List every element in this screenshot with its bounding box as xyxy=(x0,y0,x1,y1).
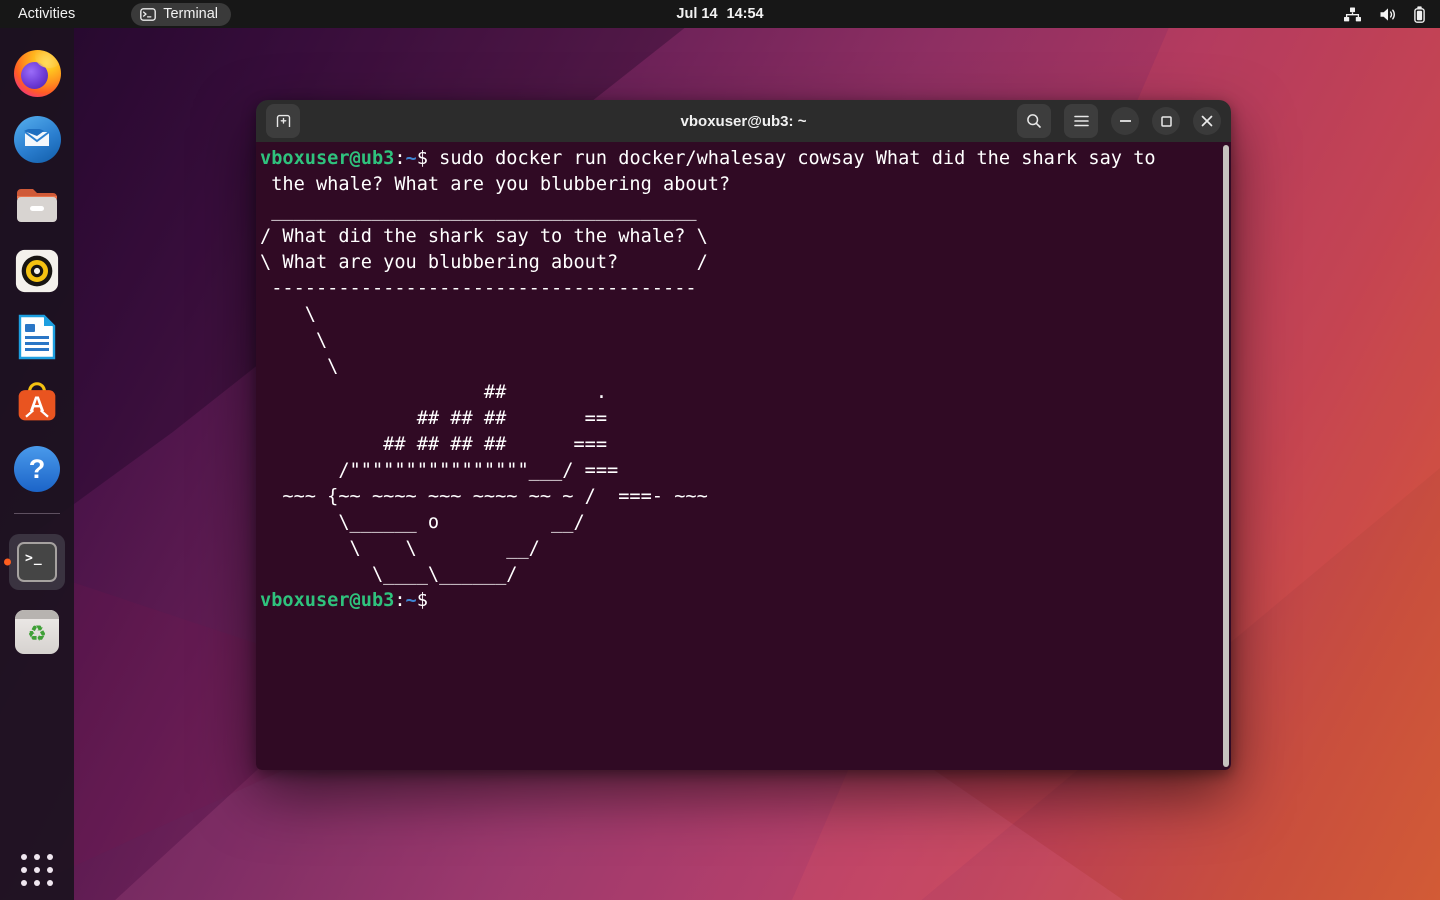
dock-item-thunderbird[interactable] xyxy=(0,115,74,163)
new-tab-button[interactable] xyxy=(266,104,300,138)
close-button[interactable] xyxy=(1193,107,1221,135)
running-indicator-dot xyxy=(4,558,11,566)
trash-icon: ♻ xyxy=(15,610,59,654)
close-icon xyxy=(1201,115,1213,127)
cowsay-ascii-art: ______________________________________ /… xyxy=(260,200,708,585)
clock-time: 14:54 xyxy=(726,6,764,22)
dock-item-libreoffice-writer[interactable] xyxy=(0,313,74,361)
terminal-icon: >_ xyxy=(9,534,65,590)
window-title: vboxuser@ub3: ~ xyxy=(680,112,807,130)
maximize-icon xyxy=(1160,115,1172,127)
minimize-icon xyxy=(1119,120,1131,122)
terminal-window: vboxuser@ub3: ~ vboxuser@ub3:~$ sudo doc… xyxy=(256,100,1231,770)
firefox-icon xyxy=(13,49,61,97)
dock-item-help[interactable]: ? xyxy=(0,445,74,493)
prompt-colon: : xyxy=(394,148,406,169)
ubuntu-software-icon: A xyxy=(15,380,59,426)
terminal-output: vboxuser@ub3:~$ sudo docker run docker/w… xyxy=(260,146,1219,614)
dock-item-files[interactable] xyxy=(0,181,74,229)
command-text-wrapped: the whale? What are you blubbering about… xyxy=(260,174,731,195)
prompt-user-host: vboxuser@ub3 xyxy=(260,148,395,169)
window-titlebar[interactable]: vboxuser@ub3: ~ xyxy=(256,100,1231,142)
terminal-app-icon xyxy=(140,7,157,21)
dock-separator xyxy=(14,513,60,514)
prompt-line-end: vboxuser@ub3:~$ xyxy=(260,588,1219,614)
rhythmbox-icon xyxy=(14,248,60,294)
prompt-path: ~ xyxy=(405,148,417,169)
search-button[interactable] xyxy=(1017,104,1051,138)
new-tab-icon xyxy=(276,114,290,127)
prompt-colon: : xyxy=(394,590,406,611)
search-icon xyxy=(1027,114,1041,128)
cowsay-output: ______________________________________ /… xyxy=(260,198,1219,588)
files-icon xyxy=(14,185,60,225)
top-bar: Activities Terminal Jul 14 14:54 xyxy=(0,0,1440,28)
command-line-2: the whale? What are you blubbering about… xyxy=(260,172,1219,198)
command-line-1: vboxuser@ub3:~$ sudo docker run docker/w… xyxy=(260,146,1219,172)
command-text: $ sudo docker run docker/whalesay cowsay… xyxy=(416,148,1156,169)
focused-app-menu[interactable]: Terminal xyxy=(131,2,232,26)
clock-date: Jul 14 xyxy=(676,6,718,22)
clock-button[interactable]: Jul 14 14:54 xyxy=(676,6,763,22)
volume-icon[interactable] xyxy=(1379,7,1397,22)
desktop: Activities Terminal Jul 14 14:54 A ? >_ … xyxy=(0,0,1440,900)
dock-item-trash[interactable]: ♻ xyxy=(0,608,74,656)
terminal-prompt-glyph: >_ xyxy=(17,542,57,582)
dock-item-firefox[interactable] xyxy=(0,49,74,97)
help-icon: ? xyxy=(14,446,60,492)
network-icon[interactable] xyxy=(1343,7,1362,22)
system-tray[interactable] xyxy=(1328,0,1440,28)
battery-icon[interactable] xyxy=(1414,5,1425,23)
maximize-button[interactable] xyxy=(1152,107,1180,135)
minimize-button[interactable] xyxy=(1111,107,1139,135)
show-applications-button[interactable] xyxy=(21,854,53,886)
prompt-user-host: vboxuser@ub3 xyxy=(260,590,395,611)
menu-button[interactable] xyxy=(1064,104,1098,138)
terminal-scrollbar[interactable] xyxy=(1223,145,1229,767)
dock-item-terminal[interactable]: >_ xyxy=(0,534,74,590)
recycle-glyph: ♻ xyxy=(27,622,47,647)
libreoffice-writer-icon xyxy=(17,314,57,360)
terminal-content-area[interactable]: vboxuser@ub3:~$ sudo docker run docker/w… xyxy=(256,142,1231,770)
activities-button[interactable]: Activities xyxy=(0,0,93,28)
help-question-glyph: ? xyxy=(28,453,46,484)
dock: A ? >_ ♻ xyxy=(0,28,74,900)
prompt-symbol: $ xyxy=(416,590,440,611)
dock-item-rhythmbox[interactable] xyxy=(0,247,74,295)
thunderbird-icon xyxy=(13,115,61,163)
dock-item-ubuntu-software[interactable]: A xyxy=(0,379,74,427)
software-letter: A xyxy=(29,393,44,416)
hamburger-menu-icon xyxy=(1073,115,1089,127)
focused-app-label: Terminal xyxy=(163,6,219,22)
prompt-path: ~ xyxy=(405,590,417,611)
